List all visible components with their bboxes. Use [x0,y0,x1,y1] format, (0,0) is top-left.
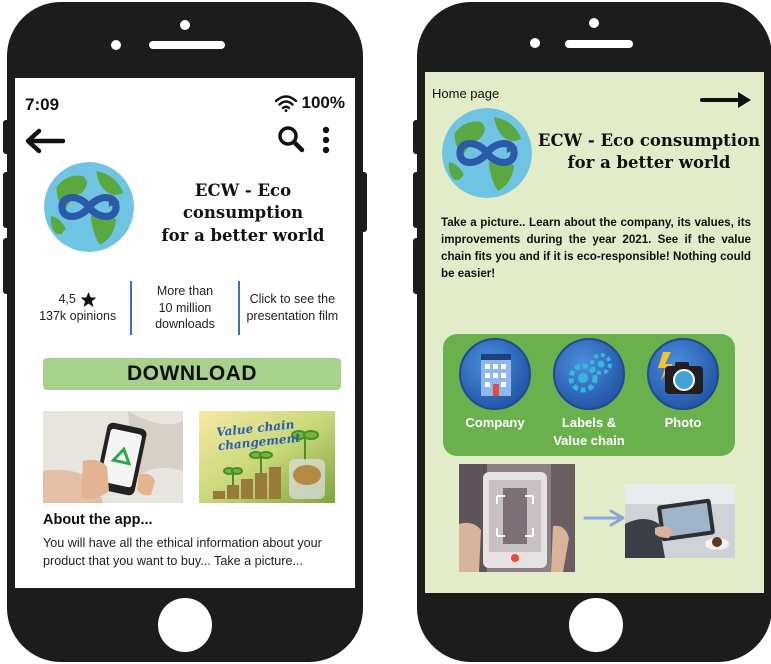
download-button[interactable]: DOWNLOAD [43,358,341,390]
film-line2: presentation film [246,309,339,323]
phone-volume-down [413,238,421,294]
flow-arrow-icon [583,509,625,527]
rating-stat: 4,5 137k opinions [25,291,130,325]
more-vertical-icon[interactable] [322,126,330,154]
battery-level: 100% [301,93,345,112]
downloads-line1: More than [156,283,214,298]
feature-label: Labels & Value chain [549,414,629,449]
app-title-line1: ECW - Eco consumption [182,181,304,223]
right-screen: Home page ECW - Eco consumption for a be… [425,72,764,593]
phone-volume-up [413,172,421,228]
status-time: 7:09 [25,95,60,114]
opinions-count: 137k opinions [39,309,117,324]
front-camera [589,18,599,28]
feature-label: Company [455,414,535,432]
feature-label-line1: Company [465,415,525,430]
phone-side-button [3,120,11,154]
star-icon [80,292,97,307]
search-icon[interactable] [277,125,305,153]
right-phone-frame: Home page ECW - Eco consumption for a be… [413,2,771,662]
about-title: About the app... [43,512,153,528]
speaker-grille [149,41,225,49]
feature-label-line2: Value chain [553,432,625,448]
front-sensor [111,40,121,50]
about-text: You will have all the ethical informatio… [43,536,322,569]
recycle-phone-photo[interactable] [43,411,183,503]
feature-label: Photo [643,414,723,432]
home-button[interactable] [569,598,623,652]
app-title-line1: ECW - Eco consumption [537,131,761,150]
phone-side-button [413,120,421,154]
feature-company[interactable]: Company [455,338,535,432]
phone-power-button [359,172,367,232]
back-arrow-icon[interactable] [25,128,65,154]
tablet-photo[interactable] [625,484,735,558]
front-sensor [530,38,540,48]
forward-arrow-icon[interactable] [700,89,754,111]
app-logo-globe-icon [442,108,532,198]
downloads-stat: More than 10 million downloads [132,283,237,334]
home-page-label: Home page [432,86,500,101]
app-logo-globe-icon [44,162,134,252]
feature-photo[interactable]: Photo [643,338,723,432]
camera-icon [658,352,703,394]
features-panel: Company Labels & Value chain Photo [443,334,735,456]
speaker-grille [565,40,633,48]
app-stats: 4,5 137k opinions More than 10 million d… [25,278,345,338]
app-title-line2: for a better world [567,153,731,173]
app-description: Take a picture.. Learn about the company… [441,216,751,281]
feature-label-line1: Labels & [561,415,617,430]
phone-volume-up [3,172,11,228]
wifi-icon [274,94,297,112]
rating-value: 4,5 [58,292,76,307]
building-icon [481,354,511,396]
film-line1: Click to see the [249,292,336,307]
scan-label-photo[interactable] [459,464,575,572]
app-title: ECW - Eco consumption for a better world [537,130,761,175]
app-title-line2: for a better world [161,225,325,245]
home-button[interactable] [158,598,212,652]
presentation-film-link[interactable]: Click to see the presentation film [240,291,345,325]
feature-circle [553,338,625,410]
downloads-line3: downloads [155,317,215,332]
value-chain-photo[interactable]: Value chain changement [199,411,335,503]
downloads-line2: 10 million [158,300,212,315]
feature-label-line1: Photo [664,415,702,430]
app-title: ECW - Eco consumption for a better world [135,180,351,247]
feature-labels-value-chain[interactable]: Labels & Value chain [549,338,629,449]
left-phone-frame: 7:09 100% ECW - Eco consumption for a be… [3,2,367,662]
phone-volume-down [3,238,11,294]
feature-circle [459,338,531,410]
gears-icon [568,353,612,393]
feature-circle [647,338,719,410]
front-camera [180,20,190,30]
status-right: 100% [274,93,345,113]
left-screen: 7:09 100% ECW - Eco consumption for a be… [15,78,355,588]
